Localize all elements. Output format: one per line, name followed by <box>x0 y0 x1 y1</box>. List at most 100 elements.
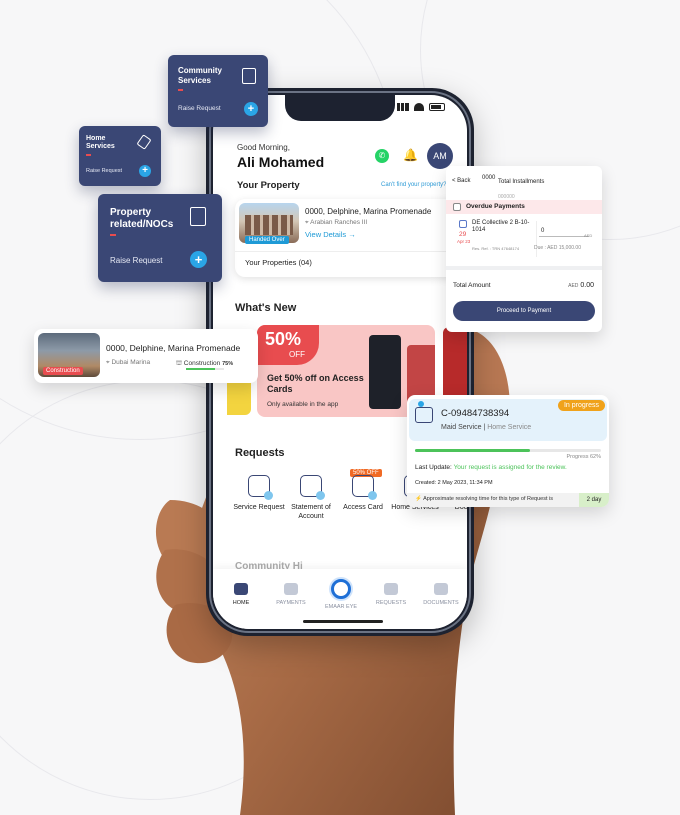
eye-icon <box>331 579 351 599</box>
raise-request-label: Raise Request <box>86 168 123 174</box>
construction-property-card[interactable]: Construction 0000, Delphine, Marina Prom… <box>34 329 258 383</box>
construction-progress <box>186 368 224 370</box>
tab-emaar-eye[interactable]: EMAAR EYE <box>319 579 363 610</box>
card-title: Home Services <box>86 135 115 151</box>
installments-card: < Back 0000 Total Installments 000000 Ov… <box>446 166 602 332</box>
tab-label: DOCUMENTS <box>423 600 459 606</box>
request-label: Statement of Account <box>291 504 331 520</box>
section-title: Overdue Payments <box>466 203 525 210</box>
request-label: Access Card <box>343 504 383 511</box>
maid-service-icon <box>415 401 433 423</box>
notch <box>285 95 395 121</box>
promo-subline: Only available in the app <box>267 401 339 408</box>
view-details-link[interactable]: View Details → <box>305 230 356 239</box>
service-request-card[interactable]: C-09484738394 Maid Service | Home Servic… <box>407 395 609 507</box>
service-request-icon <box>248 475 273 500</box>
total-amount: 0.00 <box>580 282 594 289</box>
requests-heading: Requests <box>235 447 285 459</box>
property-noc-card[interactable]: Property related/NOCs Raise Request + <box>98 194 222 282</box>
resolve-value: 2 day <box>579 493 609 507</box>
avatar[interactable]: AM <box>427 143 453 169</box>
resolve-time-bar: ⚡ Approximate resolving time for this ty… <box>407 493 609 507</box>
installments-number: 0000 <box>482 175 496 181</box>
currency-label: AED <box>584 233 593 238</box>
total-currency: AED <box>568 283 579 289</box>
status-badge: In progress <box>557 400 605 411</box>
home-services-card[interactable]: Home Services Raise Request + <box>79 126 161 186</box>
building-icon <box>242 68 256 84</box>
statement-item[interactable]: Statement of Account <box>285 475 337 521</box>
tab-label: HOME <box>232 600 250 606</box>
location-text: Dubai Marina <box>111 359 151 366</box>
installments-title: Total Installments <box>498 179 545 185</box>
documents-icon <box>434 583 448 595</box>
service-type: Maid Service | Home Service <box>441 424 532 431</box>
request-progress <box>415 449 601 452</box>
tab-home[interactable]: HOME <box>219 583 263 606</box>
battery-icon <box>429 103 445 111</box>
card-icon <box>284 583 298 595</box>
service-name: Maid Service <box>441 424 482 431</box>
bell-icon[interactable]: 🔔 <box>403 148 418 162</box>
wifi-icon <box>414 103 424 111</box>
card-title: Property related/NOCs <box>110 207 174 230</box>
select-all-checkbox[interactable] <box>453 203 461 211</box>
item-title: DE Collective 2 B-10-1014 <box>472 220 530 233</box>
home-indicator <box>303 620 383 623</box>
whats-new-heading: What's New <box>235 302 297 314</box>
amount-input[interactable]: 0 <box>541 228 544 234</box>
reference: Res. Ref. : TRN 47648174 <box>472 246 520 251</box>
community-services-card[interactable]: Community Services Raise Request + <box>168 55 268 127</box>
cant-find-link[interactable]: Can't find your property? <box>381 182 447 188</box>
tab-label: PAYMENTS <box>276 600 306 606</box>
service-category: Home Service <box>487 424 532 431</box>
property-title: 0000, Delphine, Marina Promenade <box>106 343 241 353</box>
tab-documents[interactable]: DOCUMENTS <box>419 583 463 606</box>
resolve-text: ⚡ Approximate resolving time for this ty… <box>415 496 553 502</box>
document-icon <box>190 207 206 226</box>
signal-icon <box>397 103 409 111</box>
property-location: ⌖ Arabian Ranches III <box>305 219 367 227</box>
back-button[interactable]: < Back <box>452 178 471 184</box>
property-title: 0000, Delphine, Marina Promenade <box>305 207 432 216</box>
last-update-label: Last Update: <box>415 464 452 471</box>
plus-icon[interactable]: + <box>139 165 151 177</box>
plus-icon[interactable]: + <box>190 251 207 268</box>
created-date: Created: 2 May 2023, 11:34 PM <box>415 480 493 486</box>
greeting: Good Morning, <box>237 143 290 152</box>
status-text: Construction <box>183 360 221 367</box>
proceed-to-payment-button[interactable]: Proceed to Payment <box>453 301 595 321</box>
raise-request-label: Raise Request <box>110 256 163 265</box>
tab-label: EMAAR EYE <box>324 604 358 610</box>
property-location: ⌖ Dubai Marina <box>106 359 150 367</box>
due-month: Apr 23 <box>457 239 471 244</box>
due-amount: Due : AED 15,000.00 <box>534 245 581 251</box>
broom-icon <box>136 134 152 150</box>
overdue-section: Overdue Payments <box>446 200 602 214</box>
your-properties-label: Your Properties (04) <box>245 258 312 267</box>
home-icon <box>234 583 248 595</box>
request-id: C-09484738394 <box>441 408 510 419</box>
promo-headline: Get 50% off on Access Cards <box>267 373 364 394</box>
service-request-item[interactable]: Service Request <box>233 475 285 512</box>
status-percent: 75% <box>222 361 234 367</box>
tab-requests[interactable]: REQUESTS <box>369 583 413 606</box>
tab-bar: HOME PAYMENTS EMAAR EYE REQUESTS DOCUMEN… <box>213 569 467 629</box>
location-text: Arabian Ranches III <box>310 219 368 226</box>
promo-off: OFF <box>289 350 305 359</box>
total-value: AED 0.00 <box>568 282 594 289</box>
tab-payments[interactable]: PAYMENTS <box>269 583 313 606</box>
handed-over-badge: Handed Over <box>245 236 289 244</box>
item-checkbox[interactable] <box>459 220 467 228</box>
statement-icon <box>300 475 325 500</box>
your-property-heading: Your Property <box>237 180 300 191</box>
access-card-image <box>369 335 401 409</box>
whatsapp-icon[interactable]: ✆ <box>375 149 389 163</box>
raise-request-label: Raise Request <box>178 105 221 112</box>
status-bar <box>397 103 445 111</box>
total-label: Total Amount <box>453 282 491 289</box>
property-card[interactable]: Handed Over 0000, Delphine, Marina Prome… <box>235 199 467 277</box>
access-card-item[interactable]: Access Card <box>337 475 389 512</box>
plus-icon[interactable]: + <box>244 102 258 116</box>
access-card-icon <box>352 475 377 500</box>
